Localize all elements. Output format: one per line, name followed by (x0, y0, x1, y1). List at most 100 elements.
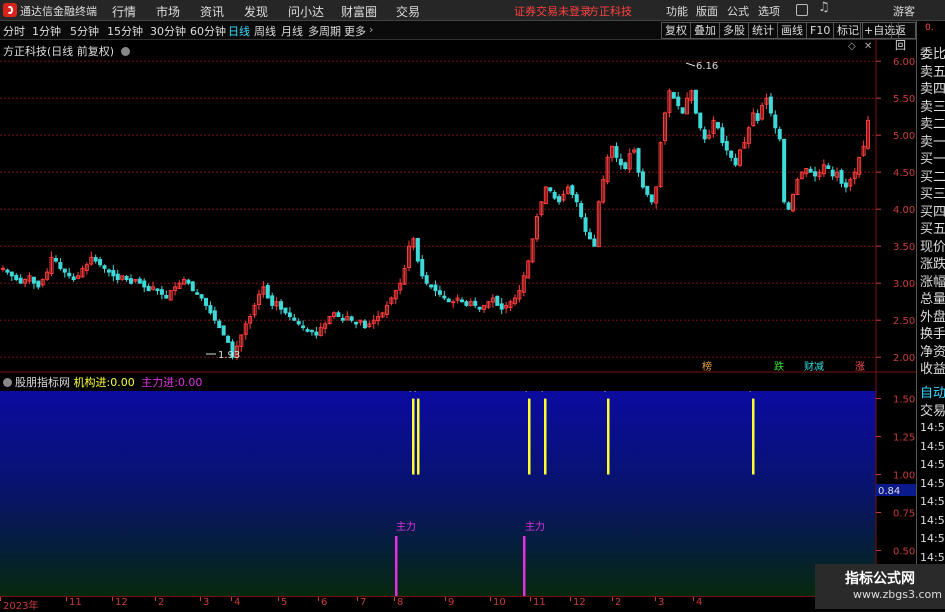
kline-chart[interactable]: · · · · · · 6.005.505.004.504.003.503.002.502… (0, 39, 916, 596)
indicator-dropdown-icon[interactable] (3, 378, 12, 387)
candle (67, 268, 72, 279)
main-force-bar (523, 536, 526, 596)
trade-label[interactable]: 交易 (920, 403, 945, 420)
draw-button[interactable]: 画线 (777, 22, 807, 39)
chart-close-icon[interactable]: ✕ (864, 41, 872, 52)
candle (292, 314, 297, 322)
date-tick-label: 2 (158, 597, 165, 608)
signal-marker: · (525, 388, 527, 396)
menu-trade[interactable]: 交易 (396, 3, 420, 20)
menu-ask[interactable]: 问小达 (288, 3, 324, 20)
tag-up: 涨 (855, 361, 865, 373)
candle (279, 299, 284, 315)
menu-formula[interactable]: 公式 (727, 3, 749, 19)
chart-tool-icon[interactable]: ◇ (848, 41, 856, 52)
candle (490, 294, 495, 308)
multi-stock-button[interactable]: 多股 (719, 22, 749, 39)
svg-text:1.93: 1.93 (218, 350, 240, 361)
tab-15min[interactable]: 15分钟 (107, 23, 143, 39)
tab-multi-period[interactable]: 多周期 (308, 23, 341, 39)
f10-button[interactable]: F10 (806, 22, 835, 39)
candle (102, 264, 107, 273)
quote-field-label: 涨幅 (920, 274, 945, 290)
candle (605, 154, 610, 185)
candle (159, 285, 164, 300)
dropdown-icon[interactable] (120, 47, 130, 56)
restore-rights-button[interactable]: 复权 (661, 22, 691, 39)
candle (429, 284, 434, 290)
candle (62, 268, 67, 278)
tab-daily[interactable]: 日线 (228, 23, 250, 39)
tick-time: 14:56 (920, 458, 945, 471)
candle (31, 276, 36, 289)
candle (168, 290, 173, 301)
low-annotation: 1.93 (206, 350, 240, 361)
menu-market[interactable]: 市场 (156, 3, 180, 20)
candle (835, 167, 840, 182)
candle (830, 166, 835, 180)
candle (627, 148, 632, 174)
tab-30min[interactable]: 30分钟 (150, 23, 186, 39)
candle (248, 313, 253, 329)
window-icon[interactable] (796, 4, 808, 16)
tab-1min[interactable]: 1分钟 (32, 23, 61, 39)
login-status[interactable]: 证券交易未登录 (514, 3, 591, 19)
candle (707, 129, 712, 140)
menu-quotes[interactable]: 行情 (112, 3, 136, 20)
candle (407, 240, 412, 272)
tab-more[interactable]: 更多 (344, 23, 366, 39)
chevron-right-icon[interactable]: › (369, 23, 373, 36)
auto-label[interactable]: 自动 (920, 385, 945, 402)
candle (23, 278, 28, 288)
candle (711, 116, 716, 138)
candle (698, 112, 703, 131)
overlay-button[interactable]: 叠加 (690, 22, 720, 39)
candle (424, 272, 429, 286)
period-info: (日线 前复权) (47, 45, 115, 58)
date-tick-label: 11 (533, 597, 546, 608)
candle (173, 281, 178, 296)
candle (190, 281, 195, 292)
bell-icon[interactable]: ♫ (818, 0, 830, 15)
tab-monthly[interactable]: 月线 (281, 23, 303, 39)
price-tick-label: 4.00 (893, 205, 915, 216)
stock-name: 方正科技 (3, 45, 47, 58)
candle (760, 102, 765, 121)
menu-layout[interactable]: 版面 (696, 3, 718, 19)
candle (274, 297, 279, 311)
candle (354, 321, 359, 329)
menu-wealth[interactable]: 财富圈 (341, 3, 377, 20)
candle (587, 228, 592, 240)
inst-in-label: 机构进: (73, 376, 111, 389)
candle (592, 234, 597, 247)
candle (371, 314, 376, 329)
menu-news[interactable]: 资讯 (200, 3, 224, 20)
mark-button[interactable]: 标记 (833, 22, 863, 39)
stats-button[interactable]: 统计 (748, 22, 778, 39)
tab-60min[interactable]: 60分钟 (190, 23, 226, 39)
tab-weekly[interactable]: 周线 (254, 23, 276, 39)
back-button[interactable]: 返回 (891, 22, 916, 52)
menu-discover[interactable]: 发现 (244, 3, 268, 20)
period-toolbar: 分时 1分钟 5分钟 15分钟 30分钟 60分钟 日线 周线 月线 多周期 更… (0, 21, 916, 52)
tab-timeshare[interactable]: 分时 (3, 23, 25, 39)
price-tick-label: 2.50 (893, 316, 915, 327)
inst-in-value: 0.00 (110, 376, 135, 389)
candle (632, 147, 637, 155)
price-tick-label: 5.50 (893, 94, 915, 105)
watermark-url: www.zbgs3.com (853, 588, 942, 601)
guest-label[interactable]: 游客 (893, 3, 915, 19)
institution-bar (544, 398, 547, 475)
candle (327, 315, 332, 325)
candle (839, 168, 844, 188)
date-tick-label: 10 (493, 597, 506, 608)
menu-function[interactable]: 功能 (666, 3, 688, 19)
institution-bar (417, 398, 420, 475)
quote-field-label: 买三 (920, 187, 945, 202)
menu-options[interactable]: 选项 (758, 3, 780, 19)
tab-5min[interactable]: 5分钟 (70, 23, 99, 39)
indicator-tick-label: 0.50 (893, 546, 915, 557)
candle (579, 200, 584, 220)
date-tick-label: 4 (234, 597, 241, 608)
price-axis: 6.00 5.50 5.00 4.50 4.00 3.50 3.00 2.50 2.00 (876, 57, 915, 364)
